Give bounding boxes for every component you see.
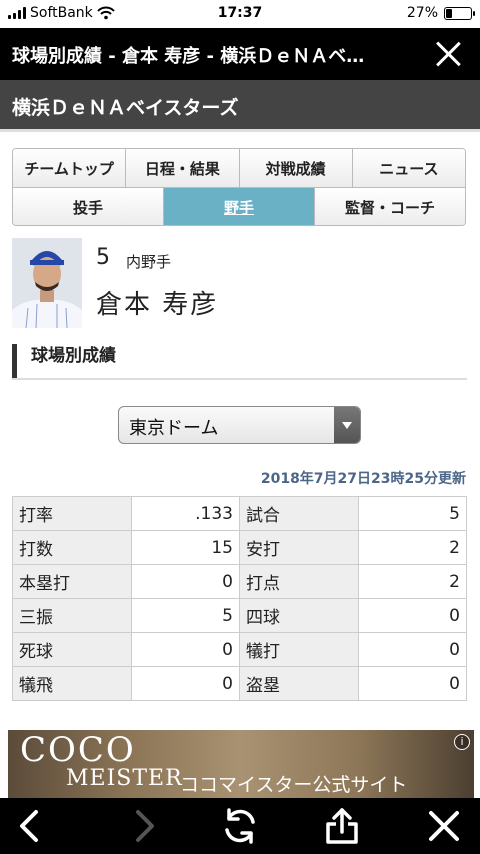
stat-value: 0 — [131, 564, 240, 599]
chevron-down-icon — [334, 407, 360, 443]
stat-value: 5 — [131, 598, 240, 633]
stat-label: 三振 — [12, 598, 132, 633]
stat-label: 四球 — [239, 598, 359, 633]
stat-label: 犠飛 — [12, 666, 132, 701]
nav-tabs: チームトップ 日程・結果 対戦成績 ニュース 投手 野手 監督・コーチ — [12, 148, 466, 226]
page-title: 球場別成績 - 倉本 寿彦 - 横浜ＤｅＮＡベ… — [12, 46, 365, 67]
section-title: 球場別成績 — [12, 344, 467, 380]
title-bar: 球場別成績 - 倉本 寿彦 - 横浜ＤｅＮＡベ… — [0, 28, 480, 80]
close-icon[interactable] — [424, 806, 464, 846]
tab-coaches[interactable]: 監督・コーチ — [315, 188, 465, 225]
stadium-select[interactable]: 東京ドーム — [118, 406, 361, 444]
table-row: 打率 .133 試合 5 — [12, 496, 467, 531]
stat-value: 15 — [131, 530, 240, 565]
battery-icon — [444, 6, 475, 20]
stat-label: 盗塁 — [239, 666, 359, 701]
section-divider — [12, 378, 467, 380]
table-row: 打数 15 安打 2 — [12, 530, 467, 565]
tab-row-2: 投手 野手 監督・コーチ — [13, 187, 465, 225]
stat-label: 打率 — [12, 496, 132, 531]
status-right: 27% — [406, 5, 475, 21]
tab-news[interactable]: ニュース — [352, 149, 465, 187]
updated-timestamp: 2018年7月27日23時25分更新 — [260, 471, 466, 487]
back-icon[interactable] — [10, 806, 50, 846]
table-row: 死球 0 犠打 0 — [12, 632, 467, 667]
battery-percent: 27% — [406, 5, 438, 21]
player-photo — [12, 238, 82, 328]
share-icon[interactable] — [322, 806, 362, 846]
tab-pitchers[interactable]: 投手 — [13, 188, 164, 225]
tab-team-top[interactable]: チームトップ — [13, 149, 127, 187]
stat-value: .133 — [131, 496, 240, 531]
stadium-select-value: 東京ドーム — [129, 418, 219, 439]
stat-value: 0 — [358, 598, 467, 633]
stat-value: 0 — [358, 632, 467, 667]
table-row: 三振 5 四球 0 — [12, 598, 467, 633]
close-icon[interactable] — [434, 40, 462, 68]
ad-logo-line2: MEISTER — [66, 766, 183, 791]
reload-icon[interactable] — [220, 806, 260, 846]
player-number: 5 — [96, 245, 110, 270]
stat-label: 打点 — [239, 564, 359, 599]
stat-value: 2 — [358, 530, 467, 565]
stat-label: 打数 — [12, 530, 132, 565]
tab-matchups[interactable]: 対戦成績 — [239, 149, 353, 187]
stat-value: 0 — [358, 666, 467, 701]
tab-schedule[interactable]: 日程・結果 — [126, 149, 240, 187]
ad-banner[interactable]: COCO MEISTER ココマイスター公式サイト i — [8, 730, 474, 800]
status-bar: SoftBank 17:37 27% — [0, 0, 480, 28]
ad-logo-line1: COCO — [20, 730, 136, 770]
player-position: 内野手 — [126, 253, 172, 271]
team-name[interactable]: 横浜ＤｅＮＡベイスターズ — [12, 93, 238, 120]
bottom-toolbar — [0, 798, 480, 854]
stat-label: 安打 — [239, 530, 359, 565]
tab-row-1: チームトップ 日程・結果 対戦成績 ニュース — [13, 149, 465, 187]
stat-label: 本塁打 — [12, 564, 132, 599]
ad-info-icon[interactable]: i — [454, 734, 470, 750]
table-row: 本塁打 0 打点 2 — [12, 564, 467, 599]
stat-label: 死球 — [12, 632, 132, 667]
stat-label: 試合 — [239, 496, 359, 531]
stat-value: 2 — [358, 564, 467, 599]
ad-tagline: ココマイスター公式サイト — [180, 774, 408, 796]
forward-icon[interactable] — [124, 806, 164, 846]
stat-value: 0 — [131, 632, 240, 667]
stat-value: 0 — [131, 666, 240, 701]
table-row: 犠飛 0 盗塁 0 — [12, 666, 467, 701]
stat-value: 5 — [358, 496, 467, 531]
team-header: 横浜ＤｅＮＡベイスターズ — [0, 80, 480, 132]
stats-table: 打率 .133 試合 5 打数 15 安打 2 本塁打 0 打点 2 三振 5 四球 0 死球 0 犠打 0 犠飛 0 盗塁… — [12, 496, 467, 701]
stat-label: 犠打 — [239, 632, 359, 667]
player-name: 倉本 寿彦 — [96, 290, 219, 320]
tab-fielders[interactable]: 野手 — [164, 188, 315, 225]
